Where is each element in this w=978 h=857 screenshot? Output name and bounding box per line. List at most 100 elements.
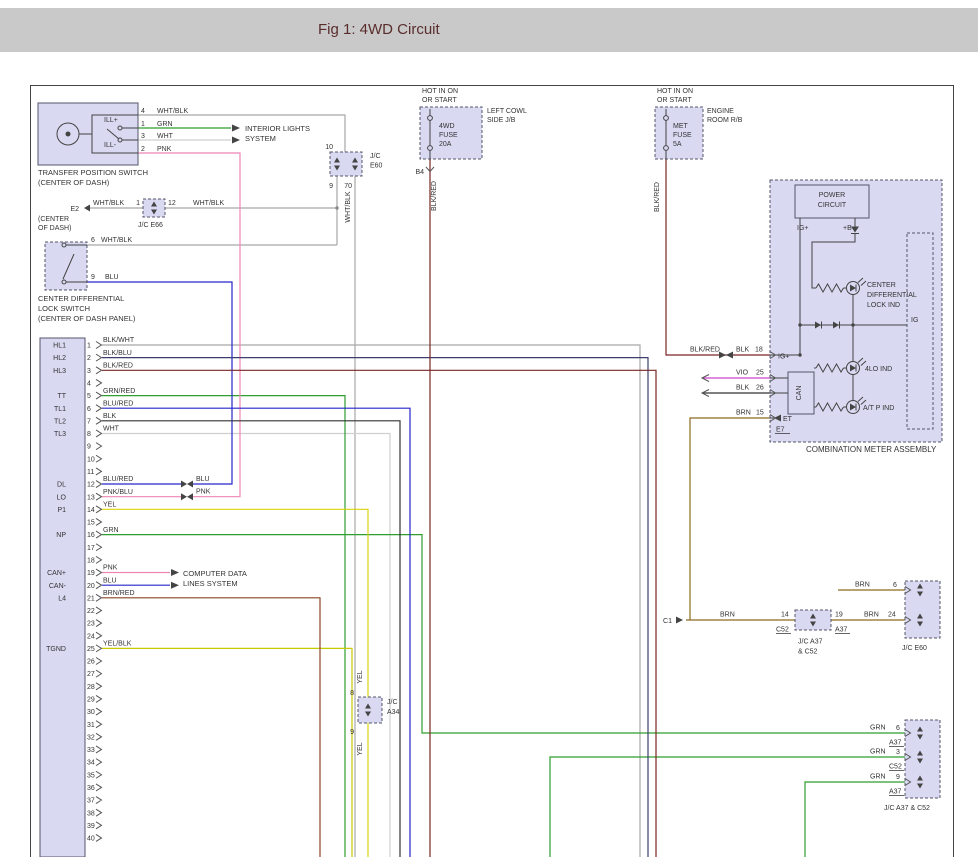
pin-number: 24 xyxy=(888,612,896,619)
wire-label-vertical: YEL xyxy=(357,670,364,683)
relay-box-label: ENGINE xyxy=(707,108,734,115)
system-link-label: SYSTEM xyxy=(245,134,276,143)
ecu-signal-label: TL1 xyxy=(54,406,66,413)
ecu-pin-number: 36 xyxy=(87,785,95,792)
ecu-wire-label: GRN/RED xyxy=(103,388,135,395)
jc-label: J/C xyxy=(387,699,398,706)
wire-label: PNK xyxy=(196,489,211,496)
indicator-label: 4LO IND xyxy=(865,366,892,373)
ecu-pin-number: 12 xyxy=(87,482,95,489)
hot-label: HOT IN ON xyxy=(422,88,458,95)
component-caption: (CENTER OF DASH) xyxy=(38,178,110,187)
wire-label: BLK/RED xyxy=(690,347,720,354)
wire-label: GRN xyxy=(870,774,886,781)
ecu-signal-label: CAN+ xyxy=(47,570,66,577)
ecu-pin-number: 3 xyxy=(87,368,91,375)
system-link-label: COMPUTER DATA xyxy=(183,569,247,578)
power-circuit-label: POWER xyxy=(819,192,845,199)
jc-label: E60 xyxy=(370,163,383,170)
ecu-pin-number: 9 xyxy=(87,444,91,451)
pin-number: 9 xyxy=(329,183,333,190)
ecu-signal-label: NP xyxy=(56,532,66,539)
terminal-label: +B xyxy=(843,225,852,232)
hot-label: HOT IN ON xyxy=(657,88,693,95)
junction-dot xyxy=(798,353,801,356)
pin-number: 18 xyxy=(755,347,763,354)
ecu-pin-number: 28 xyxy=(87,684,95,691)
ecu-wire-label: PNK/BLU xyxy=(103,489,133,496)
wire-label: WHT/BLK xyxy=(101,237,132,244)
pin-number: 25 xyxy=(756,370,764,377)
ecu-signal-label: LO xyxy=(57,494,67,501)
wire-label: BLK xyxy=(736,385,750,392)
jc-a37-c52-box xyxy=(795,610,831,630)
ecu-pin-number: 18 xyxy=(87,557,95,564)
junction-dot xyxy=(335,206,338,209)
system-link-label: INTERIOR LIGHTS xyxy=(245,124,310,133)
ecu-pin-number: 19 xyxy=(87,570,95,577)
ground-label: E7 xyxy=(776,427,785,434)
junction-block-label: LEFT COWL xyxy=(487,108,527,115)
indicator-label: DIFFERENTIAL xyxy=(867,292,917,299)
ill-minus-label: ILL- xyxy=(104,142,117,149)
connector-label: A37 xyxy=(835,627,848,634)
jc-label: J/C E66 xyxy=(138,222,163,229)
ecu-pin-number: 17 xyxy=(87,545,95,552)
ecu-pin-number: 15 xyxy=(87,520,95,527)
pin-number: 2 xyxy=(141,146,145,153)
ecu-pin-number: 4 xyxy=(87,381,91,388)
jc-label: J/C A37 & C52 xyxy=(884,805,930,812)
wire-label-vertical: BLK/RED xyxy=(431,181,438,211)
ecu-wire-label: BRN/RED xyxy=(103,590,135,597)
ecu-pin-number: 26 xyxy=(87,659,95,666)
ecu-signal-label: P1 xyxy=(57,507,66,514)
ecu-signal-label: TT xyxy=(57,393,66,400)
indicator-label: LOCK IND xyxy=(867,302,900,309)
pin-number: 3 xyxy=(141,133,145,140)
jc-label: & C52 xyxy=(798,649,818,656)
wire-label: BRN xyxy=(736,410,751,417)
jc-e60-box xyxy=(330,152,362,176)
connector-label: C52 xyxy=(889,764,902,771)
ecu-wire-label: BLK/WHT xyxy=(103,337,135,344)
pin-number: 4 xyxy=(141,108,145,115)
terminal-label: IG+ xyxy=(797,225,808,232)
location-label: (CENTER xyxy=(38,216,69,223)
component-caption: TRANSFER POSITION SWITCH xyxy=(38,168,148,177)
ecu-wire-label: BLU/RED xyxy=(103,476,133,483)
pin-number: 9 xyxy=(91,274,95,281)
power-circuit-label: CIRCUIT xyxy=(818,202,847,209)
fuse-rating: 20A xyxy=(439,141,452,148)
ecu-signal-label: CAN- xyxy=(49,583,67,590)
jc-label: J/C xyxy=(370,153,381,160)
fuse-rating: 5A xyxy=(673,141,682,148)
wire-label-vertical: BLK/RED xyxy=(654,182,661,212)
ecu-pin-number: 33 xyxy=(87,747,95,754)
connector-label: A37 xyxy=(889,740,902,747)
ecu-pin-number: 11 xyxy=(87,469,94,476)
ecu-wire-label: BLU xyxy=(103,577,117,584)
ecu-wire-label: BLK/BLU xyxy=(103,350,132,357)
pin-number: 15 xyxy=(756,410,764,417)
ecu-pin-number: 1 xyxy=(87,343,91,350)
indicator-label: A/T P IND xyxy=(863,405,894,412)
ecu-signal-label: HL2 xyxy=(53,355,66,362)
ecu-pin-number: 32 xyxy=(87,734,95,741)
ecu-pin-number: 29 xyxy=(87,697,95,704)
wire-label: BRN xyxy=(855,582,870,589)
pin-number: 1 xyxy=(136,200,140,207)
ecu-pin-number: 6 xyxy=(87,406,91,413)
ecu-wire-label: YEL/BLK xyxy=(103,641,132,648)
jc-label: J/C E60 xyxy=(902,645,927,652)
ecu-pin-number: 16 xyxy=(87,532,95,539)
ecu-wire-label: YEL xyxy=(103,502,116,509)
ecu-pin-number: 25 xyxy=(87,646,95,653)
ecu-signal-label: TL2 xyxy=(54,418,66,425)
wire-label-vertical: WHT/BLK xyxy=(345,191,352,222)
can-label: CAN xyxy=(796,386,803,401)
wire-label-vertical: YEL xyxy=(357,742,364,755)
pin-number: 9 xyxy=(350,729,354,736)
system-link-label: LINES SYSTEM xyxy=(183,579,238,588)
ecu-pin-number: 34 xyxy=(87,760,95,767)
connector-label: C52 xyxy=(776,627,789,634)
